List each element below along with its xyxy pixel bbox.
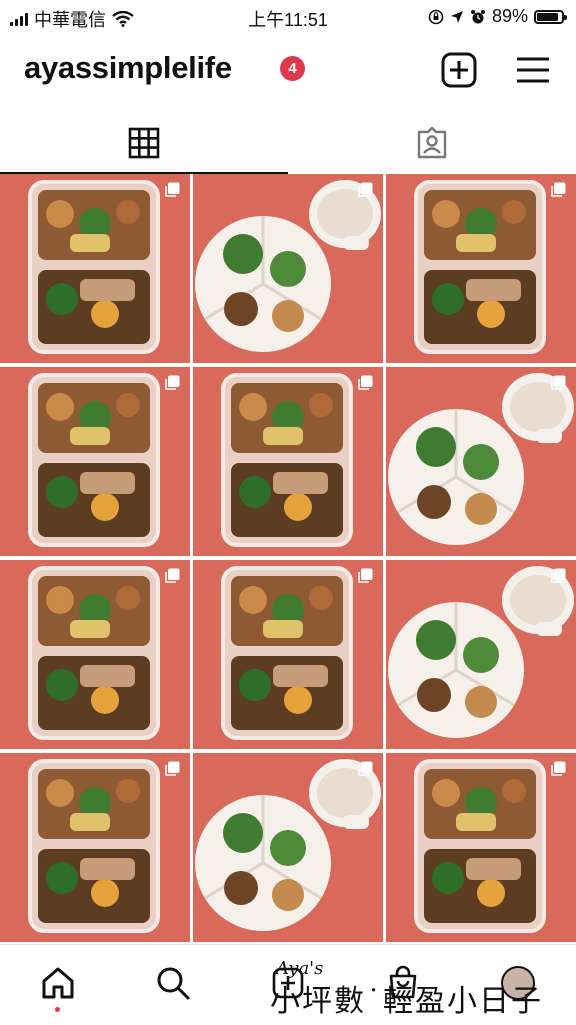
carousel-icon bbox=[358, 375, 373, 390]
tab-tagged[interactable] bbox=[288, 112, 576, 174]
post-photo bbox=[386, 560, 576, 749]
post-photo bbox=[0, 367, 190, 556]
post-photo bbox=[0, 753, 190, 942]
tab-grid[interactable] bbox=[0, 112, 288, 174]
grid-post[interactable] bbox=[386, 367, 576, 556]
grid-post[interactable] bbox=[386, 753, 576, 942]
nav-home[interactable] bbox=[38, 963, 78, 1003]
post-photo bbox=[0, 560, 190, 749]
post-photo bbox=[386, 367, 576, 556]
post-grid bbox=[0, 174, 576, 944]
nav-reels[interactable] bbox=[268, 963, 308, 1003]
carousel-icon bbox=[551, 182, 566, 197]
carousel-icon bbox=[551, 568, 566, 583]
grid-post[interactable] bbox=[0, 753, 190, 942]
carousel-icon bbox=[551, 375, 566, 390]
grid-post[interactable] bbox=[193, 367, 383, 556]
grid-post[interactable] bbox=[193, 560, 383, 749]
grid-post[interactable] bbox=[0, 367, 190, 556]
grid-post[interactable] bbox=[0, 174, 190, 363]
location-icon bbox=[450, 10, 463, 23]
tagged-icon bbox=[417, 126, 447, 159]
battery-percent: 89% bbox=[491, 6, 528, 26]
carousel-icon bbox=[358, 182, 373, 197]
grid-post[interactable] bbox=[193, 174, 383, 363]
grid-icon bbox=[128, 127, 160, 159]
carousel-icon bbox=[358, 761, 373, 776]
profile-tabs bbox=[0, 112, 576, 174]
search-icon bbox=[157, 967, 190, 1000]
home-icon bbox=[42, 967, 74, 999]
carousel-icon bbox=[165, 182, 180, 197]
profile-header: ayassimplelife 4 bbox=[0, 42, 576, 98]
nav-profile[interactable] bbox=[498, 963, 538, 1003]
bottom-navigation bbox=[0, 944, 576, 1025]
rotation-lock-icon bbox=[428, 9, 444, 24]
post-photo bbox=[193, 367, 383, 556]
shop-icon bbox=[389, 965, 417, 999]
notification-badge[interactable]: 4 bbox=[280, 56, 305, 81]
status-right: 89% bbox=[428, 6, 567, 27]
carousel-icon bbox=[165, 761, 180, 776]
nav-shop[interactable] bbox=[383, 963, 423, 1003]
grid-post[interactable] bbox=[0, 560, 190, 749]
home-active-dot bbox=[55, 1007, 60, 1012]
grid-post[interactable] bbox=[193, 753, 383, 942]
profile-username[interactable]: ayassimplelife bbox=[24, 50, 232, 86]
new-post-icon[interactable] bbox=[439, 50, 479, 90]
post-photo bbox=[386, 753, 576, 942]
carousel-icon bbox=[165, 375, 180, 390]
post-photo bbox=[193, 174, 383, 363]
carousel-icon bbox=[358, 568, 373, 583]
battery-icon bbox=[534, 9, 567, 24]
post-photo bbox=[193, 560, 383, 749]
post-photo bbox=[193, 753, 383, 942]
grid-post[interactable] bbox=[386, 174, 576, 363]
nav-search[interactable] bbox=[153, 963, 193, 1003]
carousel-icon bbox=[551, 761, 566, 776]
status-bar: 中華電信 上午11:51 89% bbox=[0, 0, 576, 34]
grid-post[interactable] bbox=[386, 560, 576, 749]
post-photo bbox=[386, 174, 576, 363]
profile-avatar bbox=[501, 966, 535, 1000]
menu-icon[interactable] bbox=[513, 50, 553, 90]
post-photo bbox=[0, 174, 190, 363]
reels-icon bbox=[272, 967, 304, 999]
carousel-icon bbox=[165, 568, 180, 583]
alarm-icon bbox=[470, 9, 485, 23]
